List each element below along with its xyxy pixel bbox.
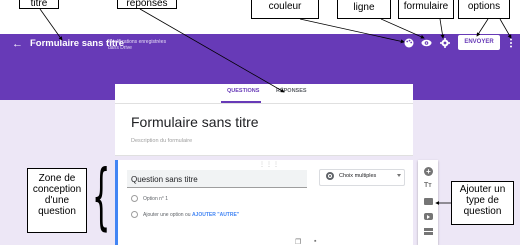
add-option-link[interactable]: Ajouter une option bbox=[143, 212, 184, 218]
save-status: Modifications enregistrées dans Drive bbox=[108, 39, 167, 51]
form-title-card bbox=[115, 104, 413, 156]
callout-options: options bbox=[458, 0, 510, 19]
tab-questions[interactable]: QUESTIONS bbox=[227, 88, 259, 94]
add-video-icon[interactable] bbox=[424, 213, 433, 220]
question-type-label: Choix multiples bbox=[339, 173, 377, 179]
add-image-icon[interactable] bbox=[424, 198, 433, 205]
add-question-icon[interactable]: + bbox=[424, 167, 433, 176]
brace-icon: { bbox=[92, 154, 111, 238]
form-description[interactable]: Description du formulaire bbox=[131, 138, 192, 144]
add-other-link[interactable]: AJOUTER "AUTRE" bbox=[192, 212, 239, 218]
more-icon[interactable] bbox=[509, 38, 513, 51]
add-section-icon[interactable] bbox=[424, 228, 433, 235]
tab-responses[interactable]: RÉPONSES bbox=[276, 88, 307, 94]
option-radio-icon bbox=[131, 195, 138, 202]
chevron-down-icon bbox=[397, 174, 401, 177]
copy-icon[interactable]: ❐ bbox=[295, 238, 301, 245]
form-title[interactable]: Formulaire sans titre bbox=[131, 114, 259, 130]
active-tab-indicator bbox=[221, 101, 261, 103]
callout-couleur: couleur bbox=[251, 0, 319, 19]
delete-icon[interactable]: ▪ bbox=[314, 238, 316, 245]
callout-zone-conception: Zone de conception d'une question bbox=[27, 168, 87, 233]
palette-icon[interactable] bbox=[404, 38, 414, 51]
callout-titre: titre bbox=[19, 0, 59, 9]
back-arrow-icon[interactable]: ← bbox=[12, 38, 23, 50]
send-button[interactable]: ENVOYER bbox=[458, 35, 500, 50]
eye-icon[interactable] bbox=[421, 38, 432, 51]
callout-formulaire: formulaire bbox=[398, 0, 454, 19]
radio-type-icon bbox=[326, 172, 334, 180]
or-text: ou bbox=[184, 212, 191, 218]
callout-ligne: ligne bbox=[337, 0, 391, 19]
option-1[interactable]: Option n° 1 bbox=[143, 196, 168, 202]
tabs-bar bbox=[115, 84, 413, 104]
add-option-row: Ajouter une option ou AJOUTER "AUTRE" bbox=[143, 212, 239, 218]
callout-ajouter-type: Ajouter un type de question bbox=[451, 181, 514, 225]
add-option-radio-icon bbox=[131, 211, 138, 218]
add-title-icon[interactable]: Tт bbox=[424, 182, 432, 189]
drag-handle-icon[interactable]: ⋮⋮⋮ bbox=[259, 161, 280, 168]
callout-reponses: réponses bbox=[117, 0, 177, 9]
gear-icon[interactable] bbox=[440, 38, 450, 51]
question-title[interactable]: Question sans titre bbox=[131, 175, 198, 184]
